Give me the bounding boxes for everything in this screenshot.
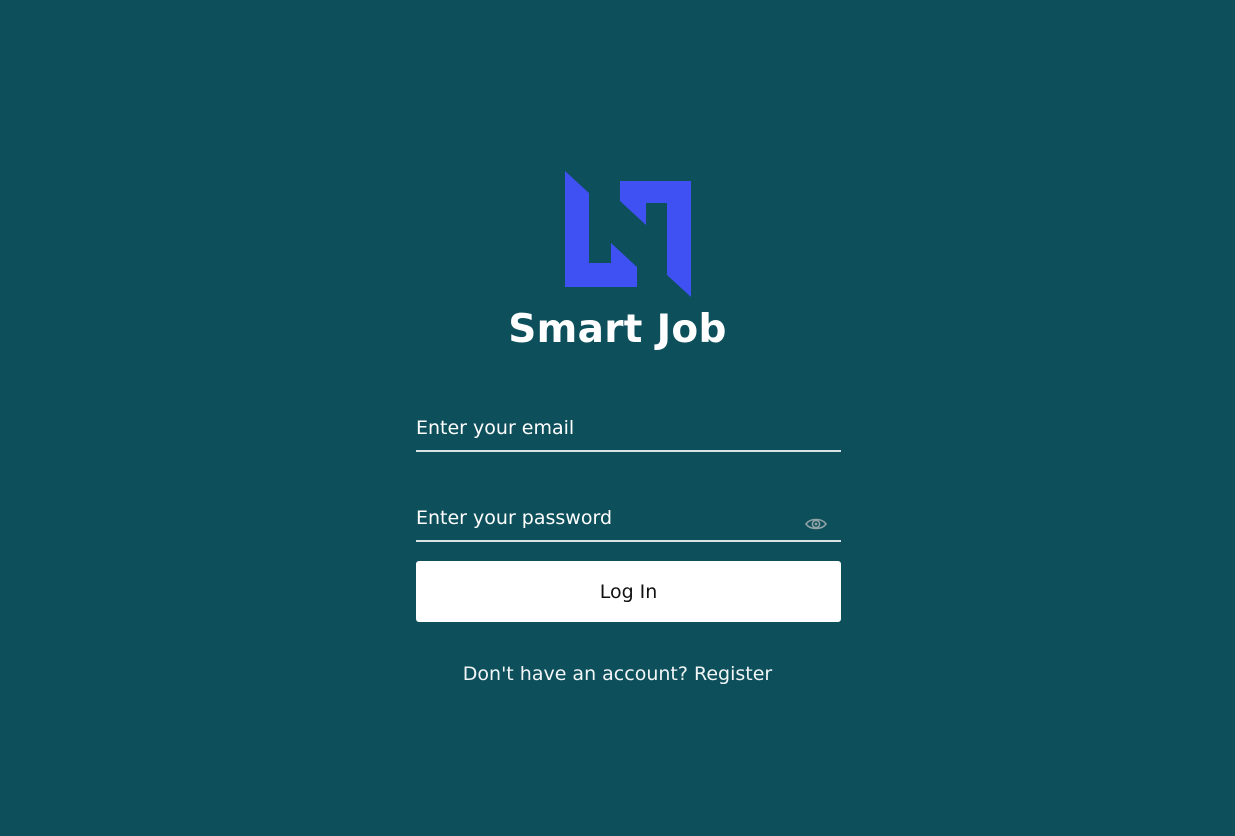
- app-title: Smart Job: [508, 307, 727, 352]
- password-input[interactable]: [416, 502, 796, 534]
- register-link[interactable]: Register: [694, 663, 772, 685]
- email-input[interactable]: [416, 412, 796, 444]
- login-page: Smart Job Log In Don't have an account? …: [0, 0, 1235, 836]
- register-prompt: Don't have an account? Register: [0, 660, 1235, 688]
- email-field: [416, 412, 841, 452]
- smart-job-logo: [565, 171, 691, 297]
- register-prompt-text: Don't have an account?: [462, 663, 688, 685]
- login-button[interactable]: Log In: [416, 561, 841, 622]
- password-field: [416, 502, 841, 542]
- eye-icon[interactable]: [805, 516, 827, 532]
